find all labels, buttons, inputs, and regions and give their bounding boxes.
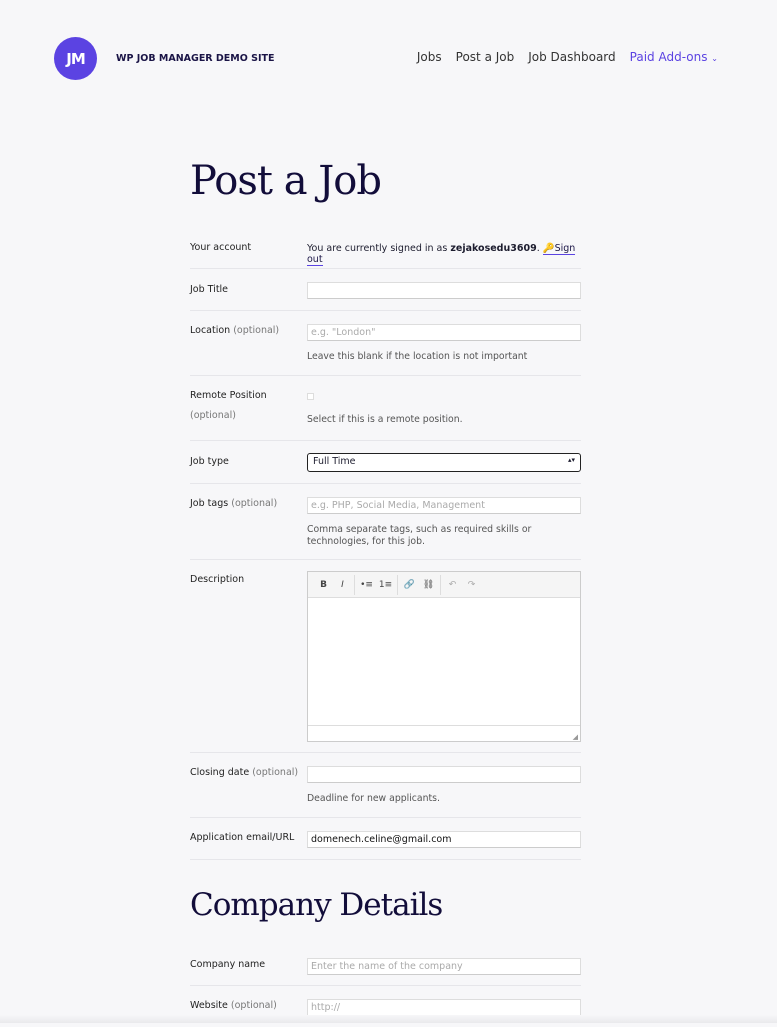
nav-label: Paid Add-ons <box>629 50 708 64</box>
label-text: Website <box>190 1000 228 1011</box>
label-text: Remote Position <box>190 390 267 401</box>
label: Website (optional) <box>190 996 300 1016</box>
numbered-list-icon[interactable]: 1≡ <box>376 580 395 590</box>
label: Company name <box>190 959 266 970</box>
label: Location (optional) <box>190 321 300 341</box>
bottom-fade <box>0 1015 777 1023</box>
page-title: Post a Job <box>190 158 382 204</box>
optional: (optional) <box>233 325 280 336</box>
hint: Select if this is a remote position. <box>307 414 463 425</box>
application-input[interactable]: domenech.celine@gmail.com <box>307 831 581 848</box>
undo-icon[interactable]: ↶ <box>443 580 462 590</box>
editor-statusbar: ◢ <box>308 725 580 741</box>
hint: Comma separate tags, such as required sk… <box>307 524 532 547</box>
row-application: Application email/URL domenech.celine@gm… <box>190 828 581 860</box>
label: Job tags (optional) <box>190 494 300 514</box>
site-title[interactable]: WP JOB MANAGER DEMO SITE <box>116 53 275 64</box>
row-job-type: Job type Full Time ▴▾ <box>190 452 581 484</box>
nav-paid-addons[interactable]: Paid Add-ons ⌄ <box>630 50 718 64</box>
optional: (optional) <box>252 767 299 778</box>
job-type-select[interactable]: Full Time ▴▾ <box>307 453 581 472</box>
chevron-down-icon: ⌄ <box>711 54 718 63</box>
row-job-title: Job Title <box>190 280 581 311</box>
location-input[interactable]: e.g. "London" <box>307 324 581 341</box>
label: Your account <box>190 242 252 253</box>
link-icon[interactable]: 🔗 <box>400 580 419 590</box>
site-logo[interactable]: JM <box>54 37 97 80</box>
label: Closing date (optional) <box>190 763 300 783</box>
row-company-name: Company name Enter the name of the compa… <box>190 955 581 986</box>
select-arrows-icon: ▴▾ <box>567 456 575 464</box>
resize-handle-icon[interactable]: ◢ <box>573 733 578 741</box>
editor-toolbar: B I •≡ 1≡ 🔗 ⛓ ↶ ↷ <box>308 572 580 598</box>
nav-jobs[interactable]: Jobs <box>417 50 442 64</box>
nav-post-a-job[interactable]: Post a Job <box>456 50 515 64</box>
row-location: Location (optional) e.g. "London" Leave t… <box>190 321 581 376</box>
company-details-title: Company Details <box>190 887 443 923</box>
closing-date-input[interactable] <box>307 766 581 783</box>
unlink-icon[interactable]: ⛓ <box>419 580 438 590</box>
job-tags-input[interactable]: e.g. PHP, Social Media, Management <box>307 497 581 514</box>
selected-value: Full Time <box>313 456 356 467</box>
italic-icon[interactable]: I <box>333 580 352 590</box>
bullet-list-icon[interactable]: •≡ <box>357 580 376 590</box>
main-nav: Jobs Post a Job Job Dashboard Paid Add-o… <box>417 50 718 64</box>
label-text: Closing date <box>190 767 250 778</box>
label: Job Title <box>190 284 229 295</box>
label-text: Location <box>190 325 231 336</box>
label: Job type <box>190 456 229 467</box>
optional: (optional) <box>230 1000 277 1011</box>
optional: (optional) <box>190 410 236 421</box>
key-icon: 🔑 <box>542 243 555 254</box>
nav-job-dashboard[interactable]: Job Dashboard <box>528 50 615 64</box>
label: Remote Position (optional) <box>190 386 300 426</box>
label-text: Job tags <box>190 498 229 509</box>
username: zejakosedu3609 <box>450 243 537 254</box>
account-info: You are currently signed in as zejakosed… <box>307 243 576 266</box>
company-name-input[interactable]: Enter the name of the company <box>307 958 581 975</box>
row-closing-date: Closing date (optional) Deadline for new… <box>190 763 581 818</box>
website-input[interactable]: http:// <box>307 999 581 1016</box>
remote-checkbox[interactable] <box>307 393 314 400</box>
job-title-input[interactable] <box>307 282 581 299</box>
hint: Leave this blank if the location is not … <box>307 351 528 362</box>
signed-in-text: You are currently signed in as <box>307 243 451 254</box>
row-job-tags: Job tags (optional) e.g. PHP, Social Med… <box>190 494 581 560</box>
row-account: Your account You are currently signed in… <box>190 240 581 269</box>
row-description: Description B I •≡ 1≡ 🔗 ⛓ ↶ ↷ ◢ <box>190 570 581 753</box>
bold-icon[interactable]: B <box>314 580 333 590</box>
description-editor[interactable]: B I •≡ 1≡ 🔗 ⛓ ↶ ↷ ◢ <box>307 571 581 742</box>
optional: (optional) <box>231 498 278 509</box>
hint: Deadline for new applicants. <box>307 793 440 804</box>
label: Description <box>190 574 245 585</box>
redo-icon[interactable]: ↷ <box>462 580 481 590</box>
label: Application email/URL <box>190 832 295 843</box>
row-remote: Remote Position (optional) Select if this… <box>190 386 581 441</box>
